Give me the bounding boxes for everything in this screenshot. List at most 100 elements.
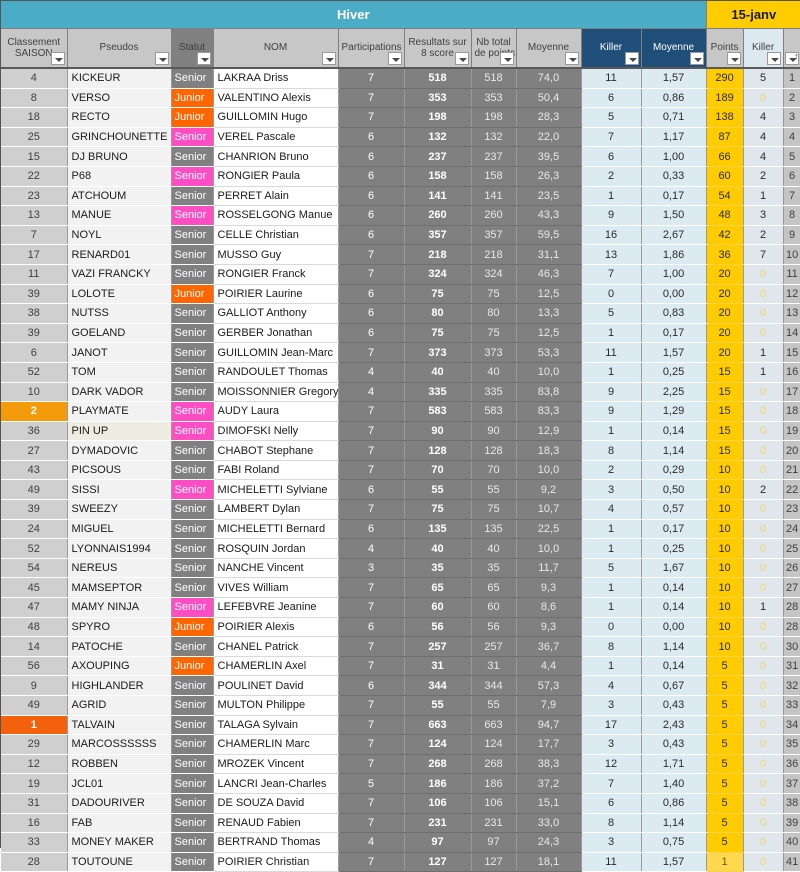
cell-pseudo[interactable]: VERSO xyxy=(67,88,172,109)
table-row[interactable]: 12 ROBBEN Senior MROZEK Vincent 7 268 268 38,3 1… xyxy=(1,754,800,775)
filter-dropdown-icon-killer-total[interactable] xyxy=(624,52,639,65)
cell-nom[interactable]: DIMOFSKI Nelly xyxy=(213,421,339,442)
cell-moyenne-killer[interactable]: 0,14 xyxy=(641,597,707,618)
cell-killer-total[interactable]: 7 xyxy=(581,127,642,148)
cell-pseudo[interactable]: GRINCHOUNETTE xyxy=(67,127,172,148)
cell-moyenne-killer[interactable]: 0,00 xyxy=(641,284,707,305)
filter-dropdown-icon-resultats[interactable] xyxy=(454,52,469,65)
cell-resultats-8-score[interactable]: 260 xyxy=(404,205,472,226)
cell-statut[interactable]: Senior xyxy=(171,577,214,599)
cell-moyenne-points[interactable]: 53,3 xyxy=(516,342,582,363)
cell-killer-total[interactable]: 7 xyxy=(581,264,642,285)
cell-moyenne-points[interactable]: 12,5 xyxy=(516,323,582,344)
cell-statut[interactable]: Senior xyxy=(171,832,214,853)
cell-rang-jour[interactable]: 39 xyxy=(783,813,800,834)
table-row[interactable]: 22 P68 Senior RONGIER Paula 6 158 158 26,3 2 0,33… xyxy=(1,166,800,187)
cell-statut[interactable]: Junior xyxy=(171,284,214,305)
cell-classement[interactable]: 4 xyxy=(1,68,68,89)
cell-statut[interactable]: Senior xyxy=(171,264,214,285)
cell-killer-total[interactable]: 3 xyxy=(581,734,642,755)
cell-moyenne-points[interactable]: 10,0 xyxy=(516,460,582,481)
cell-killer-total[interactable]: 11 xyxy=(581,852,642,872)
cell-pseudo[interactable]: JANOT xyxy=(67,342,172,363)
cell-classement[interactable]: 23 xyxy=(1,186,68,207)
cell-moyenne-killer[interactable]: 0,57 xyxy=(641,499,707,520)
cell-moyenne-points[interactable]: 59,5 xyxy=(516,225,582,246)
cell-killer-jour[interactable]: 1 xyxy=(743,342,784,363)
cell-resultats-8-score[interactable]: 231 xyxy=(404,813,472,834)
cell-moyenne-killer[interactable]: 0,50 xyxy=(641,479,707,501)
cell-resultats-8-score[interactable]: 237 xyxy=(404,146,472,167)
cell-participations[interactable]: 7 xyxy=(338,754,405,775)
cell-moyenne-points[interactable]: 10,0 xyxy=(516,362,582,383)
cell-participations[interactable]: 7 xyxy=(338,401,405,422)
table-row[interactable]: 39 GOELAND Senior GERBER Jonathan 6 75 75 12,5 1… xyxy=(1,323,800,344)
cell-statut[interactable]: Senior xyxy=(171,773,214,794)
cell-statut[interactable]: Senior xyxy=(171,479,214,501)
cell-participations[interactable]: 6 xyxy=(338,675,405,696)
cell-points[interactable]: 87 xyxy=(706,127,744,148)
cell-statut[interactable]: Senior xyxy=(171,225,214,246)
cell-nb-total-points[interactable]: 128 xyxy=(471,440,517,461)
cell-points[interactable]: 5 xyxy=(706,715,744,736)
cell-pseudo[interactable]: DJ BRUNO xyxy=(67,146,172,167)
cell-participations[interactable]: 6 xyxy=(338,617,405,638)
cell-resultats-8-score[interactable]: 70 xyxy=(404,460,472,481)
cell-statut[interactable]: Senior xyxy=(171,793,214,814)
cell-points[interactable]: 10 xyxy=(706,538,744,559)
header-moyenne-points[interactable]: Moyenne xyxy=(516,28,582,69)
cell-nb-total-points[interactable]: 186 xyxy=(471,773,517,794)
cell-pseudo[interactable]: ROBBEN xyxy=(67,754,172,775)
cell-moyenne-points[interactable]: 28,3 xyxy=(516,107,582,128)
cell-statut[interactable]: Senior xyxy=(171,303,214,324)
cell-moyenne-killer[interactable]: 1,57 xyxy=(641,68,707,89)
cell-points[interactable]: 10 xyxy=(706,597,744,618)
cell-nom[interactable]: MOISSONNIER Gregory xyxy=(213,382,339,403)
cell-killer-total[interactable]: 3 xyxy=(581,479,642,501)
cell-nom[interactable]: ROSQUIN Jordan xyxy=(213,538,339,559)
cell-killer-total[interactable]: 1 xyxy=(581,186,642,207)
cell-rang-jour[interactable]: 16 xyxy=(783,362,800,383)
cell-statut[interactable]: Junior xyxy=(171,88,214,109)
header-pseudos[interactable]: Pseudos xyxy=(67,28,172,69)
cell-killer-total[interactable]: 5 xyxy=(581,107,642,128)
cell-moyenne-points[interactable]: 4,4 xyxy=(516,656,582,677)
cell-nom[interactable]: RONGIER Paula xyxy=(213,166,339,187)
cell-classement[interactable]: 18 xyxy=(1,107,68,128)
cell-participations[interactable]: 7 xyxy=(338,264,405,285)
cell-resultats-8-score[interactable]: 80 xyxy=(404,303,472,324)
cell-classement[interactable]: 45 xyxy=(1,577,68,599)
cell-nb-total-points[interactable]: 40 xyxy=(471,538,517,559)
cell-classement[interactable]: 52 xyxy=(1,362,68,383)
cell-moyenne-killer[interactable]: 0,29 xyxy=(641,460,707,481)
cell-nb-total-points[interactable]: 55 xyxy=(471,479,517,501)
cell-statut[interactable]: Senior xyxy=(171,362,214,383)
table-row[interactable]: 47 MAMY NINJA Senior LEFEBVRE Jeanine 7 60 60 8… xyxy=(1,597,800,618)
cell-points[interactable]: 20 xyxy=(706,323,744,344)
cell-killer-jour[interactable]: 0 xyxy=(743,303,784,324)
cell-classement[interactable]: 48 xyxy=(1,617,68,638)
header-moyenne-killer[interactable]: Moyenne xyxy=(641,28,707,69)
table-row[interactable]: 15 DJ BRUNO Senior CHANRION Bruno 6 237 237 39,… xyxy=(1,146,800,167)
cell-nb-total-points[interactable]: 40 xyxy=(471,362,517,383)
cell-moyenne-killer[interactable]: 0,83 xyxy=(641,303,707,324)
cell-moyenne-killer[interactable]: 2,67 xyxy=(641,225,707,246)
cell-killer-jour[interactable]: 0 xyxy=(743,538,784,559)
cell-statut[interactable]: Senior xyxy=(171,636,214,657)
cell-resultats-8-score[interactable]: 357 xyxy=(404,225,472,246)
cell-classement[interactable]: 19 xyxy=(1,773,68,794)
cell-nb-total-points[interactable]: 135 xyxy=(471,519,517,540)
cell-points[interactable]: 5 xyxy=(706,656,744,677)
cell-participations[interactable]: 7 xyxy=(338,421,405,442)
cell-rang-jour[interactable]: 15 xyxy=(783,342,800,363)
cell-statut[interactable]: Senior xyxy=(171,244,214,265)
cell-nom[interactable]: MICHELETTI Sylviane xyxy=(213,479,339,501)
cell-points[interactable]: 138 xyxy=(706,107,744,128)
table-row[interactable]: 38 NUTSS Senior GALLIOT Anthony 6 80 80 13,3 5 0,… xyxy=(1,303,800,324)
cell-killer-jour[interactable]: 3 xyxy=(743,205,784,226)
cell-moyenne-points[interactable]: 38,3 xyxy=(516,754,582,775)
cell-nb-total-points[interactable]: 55 xyxy=(471,695,517,716)
cell-nb-total-points[interactable]: 75 xyxy=(471,323,517,344)
table-row[interactable]: 43 PICSOUS Senior FABI Roland 7 70 70 10,0 2 0,29… xyxy=(1,460,800,481)
cell-points[interactable]: 5 xyxy=(706,734,744,755)
